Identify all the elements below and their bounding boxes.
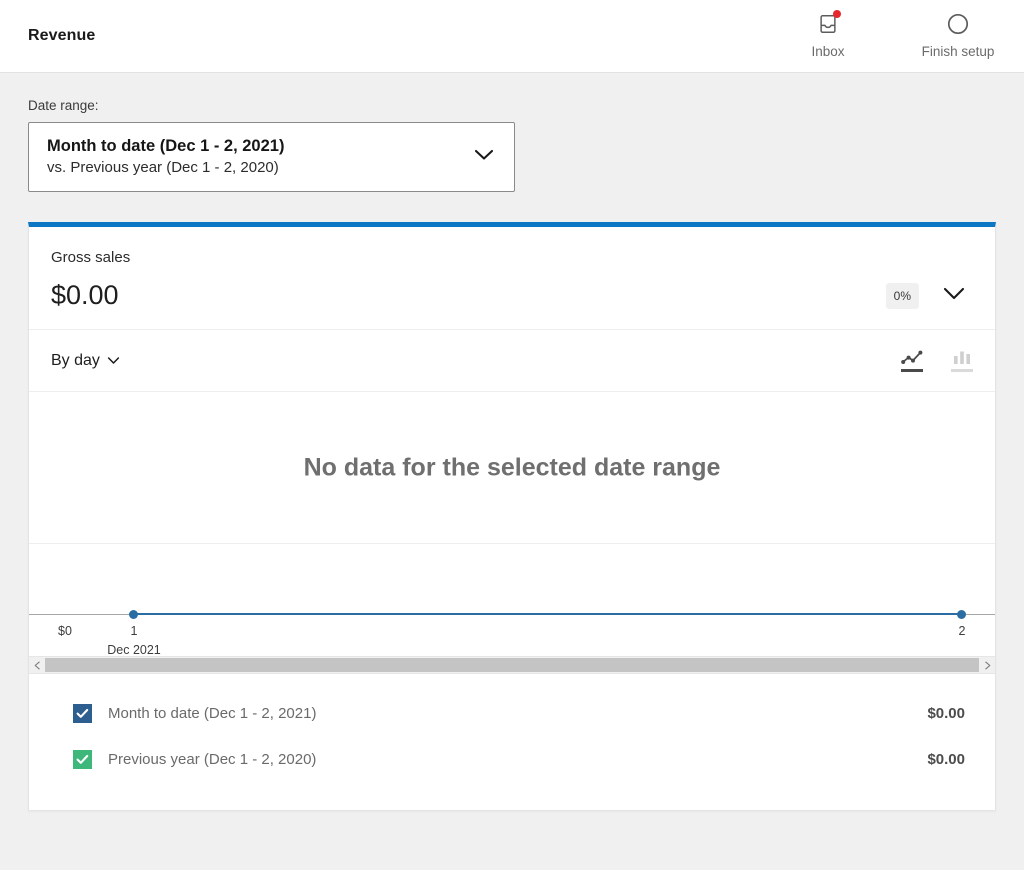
check-icon: [76, 754, 89, 764]
scrollbar-track[interactable]: [45, 658, 979, 672]
scroll-right-arrow-icon[interactable]: [979, 657, 995, 673]
legend-checkbox-previous-year[interactable]: [73, 749, 92, 769]
top-bar: Revenue Inbox Finish setup: [0, 0, 1024, 73]
series-point-2[interactable]: [957, 610, 966, 619]
line-chart-selected-indicator: [901, 369, 923, 372]
gross-sales-value: $0.00: [51, 280, 119, 310]
chevron-down-icon: [943, 287, 965, 299]
legend-row-previous-year[interactable]: Previous year (Dec 1 - 2, 2020) $0.00: [51, 736, 973, 782]
finish-setup-label: Finish setup: [921, 44, 995, 59]
series-point-1[interactable]: [129, 610, 138, 619]
date-range-select[interactable]: Month to date (Dec 1 - 2, 2021) vs. Prev…: [28, 122, 515, 192]
setup-progress-icon-wrap: [943, 10, 973, 38]
x-axis-tick-2: 2: [958, 624, 966, 638]
chevron-down-icon: [107, 357, 120, 364]
check-icon: [76, 708, 89, 718]
chart-legend: Month to date (Dec 1 - 2, 2021) $0.00 Pr…: [29, 674, 995, 810]
legend-label-previous-year: Previous year (Dec 1 - 2, 2020): [108, 750, 317, 768]
bar-chart-selected-indicator: [951, 369, 973, 372]
revenue-report-card: Gross sales $0.00 0% By day No data for …: [28, 222, 996, 811]
legend-label-month-to-date: Month to date (Dec 1 - 2, 2021): [108, 704, 317, 722]
bar-chart-icon: [954, 351, 970, 364]
y-axis-tick-0: $0: [58, 624, 72, 638]
line-chart-toggle[interactable]: [901, 349, 923, 372]
empty-state-message: No data for the selected date range: [303, 453, 721, 481]
gross-sales-value-row: $0.00 0%: [51, 282, 973, 309]
line-chart-icon: [901, 350, 923, 364]
expand-summary-button[interactable]: [941, 285, 967, 307]
chart-plot-area: No data for the selected date range: [29, 392, 995, 544]
inbox-label: Inbox: [811, 44, 845, 59]
interval-label: By day: [51, 351, 100, 369]
series-line-month-to-date: [133, 613, 963, 615]
legend-row-month-to-date[interactable]: Month to date (Dec 1 - 2, 2021) $0.00: [51, 690, 973, 736]
page-title: Revenue: [28, 27, 96, 44]
x-axis-month-label: Dec 2021: [107, 643, 161, 657]
gross-sales-summary: Gross sales $0.00 0%: [29, 227, 995, 330]
legend-value-month-to-date: $0.00: [927, 704, 965, 722]
date-range-primary-text: Month to date (Dec 1 - 2, 2021): [47, 137, 285, 156]
inbox-unread-badge: [833, 10, 841, 18]
chart-horizontal-scrollbar[interactable]: [29, 656, 995, 674]
finish-setup-button[interactable]: Finish setup: [910, 4, 1006, 59]
gross-sales-label: Gross sales: [51, 249, 131, 266]
delta-badge: 0%: [885, 282, 919, 309]
chart-type-toggle-group: [901, 349, 973, 372]
top-bar-actions: Inbox Finish setup: [780, 4, 1006, 59]
chart-controls-row: By day: [29, 330, 995, 392]
inbox-button[interactable]: Inbox: [780, 4, 876, 59]
setup-progress-icon: [947, 13, 969, 35]
date-range-label: Date range:: [28, 98, 99, 113]
gross-sales-meta: 0%: [885, 282, 973, 309]
chevron-down-icon: [472, 147, 496, 168]
inbox-icon-wrap: [813, 10, 843, 38]
scroll-left-arrow-icon[interactable]: [29, 657, 45, 673]
date-range-comparison-text: vs. Previous year (Dec 1 - 2, 2020): [47, 158, 279, 176]
chart-axis-area: $0 1 2 Dec 2021: [29, 544, 995, 657]
bar-chart-toggle[interactable]: [951, 349, 973, 372]
page-content: Date range: Month to date (Dec 1 - 2, 20…: [0, 98, 1024, 811]
interval-selector[interactable]: By day: [51, 352, 120, 370]
legend-checkbox-month-to-date[interactable]: [73, 703, 92, 723]
scrollbar-thumb[interactable]: [45, 658, 979, 672]
legend-value-previous-year: $0.00: [927, 750, 965, 768]
x-axis-tick-1: 1: [130, 624, 138, 638]
